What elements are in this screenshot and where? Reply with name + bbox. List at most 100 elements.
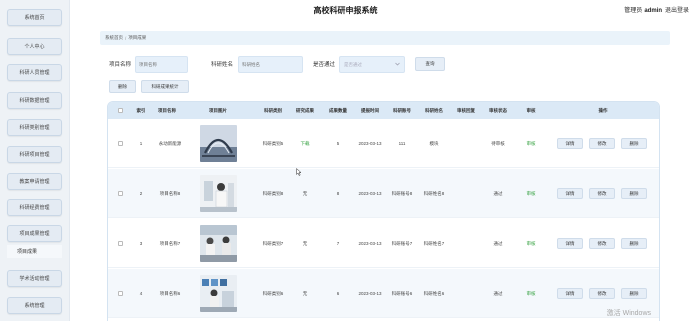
row-select[interactable] (113, 169, 127, 218)
cell-researcher: 模块 (429, 140, 439, 146)
cell-account: 科研账号7 (391, 240, 413, 246)
row-checkbox[interactable] (117, 291, 123, 296)
cell-result: 无 (302, 240, 308, 246)
project-thumbnail (199, 175, 237, 212)
detail-button[interactable]: 详情 (557, 188, 583, 199)
header-reply: 审核回复 (457, 107, 475, 113)
table-header: 索引 项目名称 项目图片 科研类别 研究成果 成果数量 提报时间 科研账号 科研… (108, 102, 659, 119)
cell-index: 1 (139, 140, 143, 146)
cell-result: 无 (302, 290, 308, 296)
header-index: 索引 (136, 107, 146, 113)
edit-button[interactable]: 修改 (589, 188, 615, 199)
edit-button[interactable]: 修改 (589, 238, 615, 249)
breadcrumb: 系统首页 / 项目成果 (100, 31, 670, 45)
row-checkbox[interactable] (117, 241, 123, 246)
cell-status: 待审核 (491, 140, 505, 146)
sidebar-item-project-results[interactable]: 项目成果管理 (7, 225, 62, 242)
cell-researcher: 科研姓名6 (423, 290, 445, 296)
review-link[interactable]: 审核 (516, 219, 546, 268)
header-count: 成果数量 (329, 107, 347, 113)
sidebar-item-research-funding[interactable]: 科研经费管理 (7, 199, 62, 216)
delete-button[interactable]: 删除 (621, 238, 647, 249)
cell-project-name: 项目名称7 (159, 240, 181, 246)
table-row: 4 项目名称6 科研类别6 无 6 2023-03-13 科研账号6 科研姓名6 (108, 269, 659, 318)
sidebar-item-research-projects[interactable]: 科研项目管理 (7, 146, 62, 163)
cell-date: 2023-03-13 (358, 290, 382, 296)
project-thumbnail (199, 225, 237, 262)
cell-count: 7 (336, 240, 340, 246)
windows-activation-watermark: 激活 Windows (606, 310, 651, 317)
cell-category: 科研类别5 (262, 140, 284, 146)
cell-researcher: 科研姓名8 (423, 190, 445, 196)
user-info: 管理员 admin 退出登录 (624, 5, 689, 14)
sidebar-subitem-project-results[interactable]: 项目成果 (7, 245, 62, 258)
header-category: 科研类别 (264, 107, 282, 113)
pass-status-select[interactable]: 是否通过 (339, 56, 405, 73)
sidebar-item-research-data[interactable]: 科研数据管理 (7, 92, 62, 109)
row-select[interactable] (113, 119, 127, 168)
sidebar-item-research-category[interactable]: 科研类别管理 (7, 119, 62, 136)
detail-button[interactable]: 详情 (557, 238, 583, 249)
delete-button[interactable]: 删除 (621, 188, 647, 199)
cell-status: 通过 (493, 240, 503, 246)
edit-button[interactable]: 修改 (589, 288, 615, 299)
sidebar-item-academic-activities[interactable]: 学术活动管理 (7, 270, 62, 287)
project-name-input[interactable] (135, 56, 188, 73)
header-status: 审核状态 (489, 107, 507, 113)
header-actions: 操作 (598, 107, 608, 113)
cell-researcher: 科研姓名7 (423, 240, 445, 246)
project-thumbnail (199, 125, 237, 162)
detail-button[interactable]: 详情 (557, 138, 583, 149)
cell-category: 科研类别6 (262, 290, 284, 296)
researcher-name-input[interactable] (238, 56, 303, 73)
cell-result-download[interactable]: 下载 (290, 119, 320, 168)
row-select[interactable] (113, 219, 127, 268)
cell-category: 科研类别7 (262, 240, 284, 246)
cell-count: 6 (336, 290, 340, 296)
cell-project-name: 项目名称6 (159, 290, 181, 296)
header-date: 提报时间 (361, 107, 379, 113)
batch-delete-button[interactable]: 删除 (109, 80, 136, 93)
pass-status-placeholder: 是否通过 (344, 61, 362, 67)
logout-link[interactable]: 退出登录 (665, 8, 689, 14)
review-link[interactable]: 审核 (516, 119, 546, 168)
query-button[interactable]: 查询 (415, 57, 445, 71)
delete-button[interactable]: 删除 (621, 288, 647, 299)
select-all-checkbox[interactable] (117, 108, 123, 113)
sidebar-item-system[interactable]: 系统管理 (7, 297, 62, 314)
breadcrumb-home[interactable]: 系统首页 (105, 35, 123, 41)
cell-category: 科研类别8 (262, 190, 284, 196)
cell-project-image (198, 269, 238, 318)
sidebar: 系统首页 个人中心 科研人员管理 科研数据管理 科研类别管理 科研项目管理 教案… (0, 0, 70, 321)
pass-status-label: 是否通过 (313, 62, 336, 68)
cell-project-image (198, 219, 238, 268)
cell-account: 科研账号8 (391, 190, 413, 196)
cell-project-name: 永动新能源 (158, 140, 182, 146)
detail-button[interactable]: 详情 (557, 288, 583, 299)
row-checkbox[interactable] (117, 141, 123, 146)
header-select-all[interactable] (113, 102, 127, 119)
cell-account: 111 (398, 140, 406, 146)
header-result: 研究成果 (296, 107, 314, 113)
delete-button[interactable]: 删除 (621, 138, 647, 149)
user-role: 管理员 (624, 8, 643, 14)
user-name: admin (644, 8, 662, 14)
results-table: 索引 项目名称 项目图片 科研类别 研究成果 成果数量 提报时间 科研账号 科研… (107, 101, 660, 321)
table-row: 1 永动新能源 科研类别5 下载 5 2023-03-13 111 模块 待审核… (108, 119, 659, 168)
row-checkbox[interactable] (117, 191, 123, 196)
edit-button[interactable]: 修改 (589, 138, 615, 149)
cell-status: 通过 (493, 290, 503, 296)
sidebar-item-teaching-plans[interactable]: 教案申请管理 (7, 173, 62, 190)
cell-index: 2 (139, 190, 143, 196)
results-stats-button[interactable]: 科研成果统计 (141, 80, 189, 93)
review-link[interactable]: 审核 (516, 169, 546, 218)
cell-result: 无 (302, 190, 308, 196)
row-select[interactable] (113, 269, 127, 318)
mouse-cursor-icon (296, 167, 302, 176)
review-link[interactable]: 审核 (516, 269, 546, 318)
project-name-label: 项目名称 (109, 62, 132, 68)
sidebar-item-profile[interactable]: 个人中心 (7, 38, 62, 55)
cell-account: 科研账号6 (391, 290, 413, 296)
sidebar-item-researchers[interactable]: 科研人员管理 (7, 64, 62, 81)
table-row: 3 项目名称7 科研类别7 无 7 2023-03-13 科研账号7 科研姓名7… (108, 219, 659, 268)
